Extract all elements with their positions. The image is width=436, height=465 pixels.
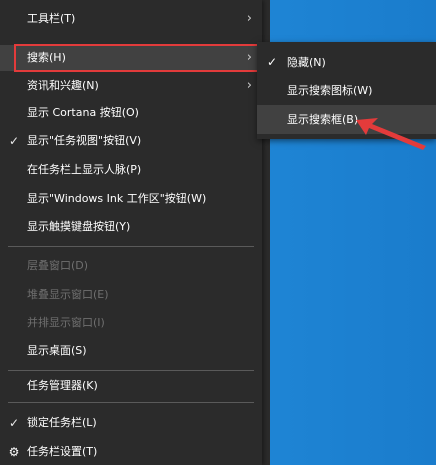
menu-item-news-interests[interactable]: 资讯和兴趣(N) › [0, 73, 262, 99]
menu-item-taskbar-settings[interactable]: ⚙ 任务栏设置(T) [0, 439, 262, 465]
submenu-item-hidden[interactable]: ✓ 隐藏(N) [257, 48, 436, 77]
menu-item-stack-windows: 堆叠显示窗口(E) [0, 282, 262, 308]
menu-item-label: 显示 Cortana 按钮(O) [27, 106, 139, 119]
menu-item-show-touch-keyboard[interactable]: 显示触摸键盘按钮(Y) [0, 214, 262, 240]
red-arrow-annotation-icon [356, 118, 426, 150]
taskbar-context-menu: 工具栏(T) › 搜索(H) › 资讯和兴趣(N) › 显示 Cortana 按… [0, 0, 262, 465]
menu-separator [8, 370, 254, 371]
menu-item-label: 资讯和兴趣(N) [27, 79, 99, 92]
menu-item-label: 层叠窗口(D) [27, 259, 89, 272]
menu-item-side-by-side: 并排显示窗口(I) [0, 310, 262, 336]
chevron-right-icon: › [246, 50, 252, 65]
menu-item-label: 任务管理器(K) [27, 379, 98, 392]
gear-icon: ⚙ [8, 445, 20, 459]
menu-separator [8, 402, 254, 403]
menu-item-show-task-view[interactable]: ✓ 显示"任务视图"按钮(V) [0, 128, 262, 154]
submenu-item-label: 显示搜索图标(W) [287, 84, 373, 97]
menu-item-show-ink-workspace[interactable]: 显示"Windows Ink 工作区"按钮(W) [0, 186, 262, 212]
menu-item-label: 显示触摸键盘按钮(Y) [27, 220, 131, 233]
menu-item-show-people[interactable]: 在任务栏上显示人脉(P) [0, 157, 262, 183]
menu-item-cascade-windows: 层叠窗口(D) [0, 253, 262, 279]
menu-item-task-manager[interactable]: 任务管理器(K) [0, 373, 262, 399]
menu-item-search[interactable]: 搜索(H) › [0, 45, 262, 71]
chevron-right-icon: › [246, 11, 252, 26]
submenu-item-label: 显示搜索框(B) [287, 113, 359, 126]
menu-item-label: 锁定任务栏(L) [27, 416, 97, 429]
menu-item-label: 显示"Windows Ink 工作区"按钮(W) [27, 192, 207, 205]
checkmark-icon: ✓ [8, 416, 20, 430]
menu-separator [8, 246, 254, 247]
menu-item-label: 堆叠显示窗口(E) [27, 288, 109, 301]
submenu-item-label: 隐藏(N) [287, 56, 326, 69]
menu-item-label: 显示桌面(S) [27, 344, 87, 357]
menu-item-show-cortana[interactable]: 显示 Cortana 按钮(O) [0, 100, 262, 126]
menu-item-show-desktop[interactable]: 显示桌面(S) [0, 338, 262, 364]
menu-item-lock-taskbar[interactable]: ✓ 锁定任务栏(L) [0, 410, 262, 436]
menu-item-label: 并排显示窗口(I) [27, 316, 105, 329]
chevron-right-icon: › [246, 78, 252, 93]
menu-item-label: 显示"任务视图"按钮(V) [27, 134, 142, 147]
menu-item-label: 工具栏(T) [27, 12, 76, 25]
submenu-item-show-search-icon[interactable]: 显示搜索图标(W) [257, 76, 436, 105]
menu-item-toolbars[interactable]: 工具栏(T) › [0, 6, 262, 32]
menu-item-label: 任务栏设置(T) [27, 445, 98, 458]
checkmark-icon: ✓ [8, 134, 20, 148]
menu-item-label: 在任务栏上显示人脉(P) [27, 163, 142, 176]
menu-item-label: 搜索(H) [27, 51, 66, 64]
checkmark-icon: ✓ [267, 55, 278, 69]
